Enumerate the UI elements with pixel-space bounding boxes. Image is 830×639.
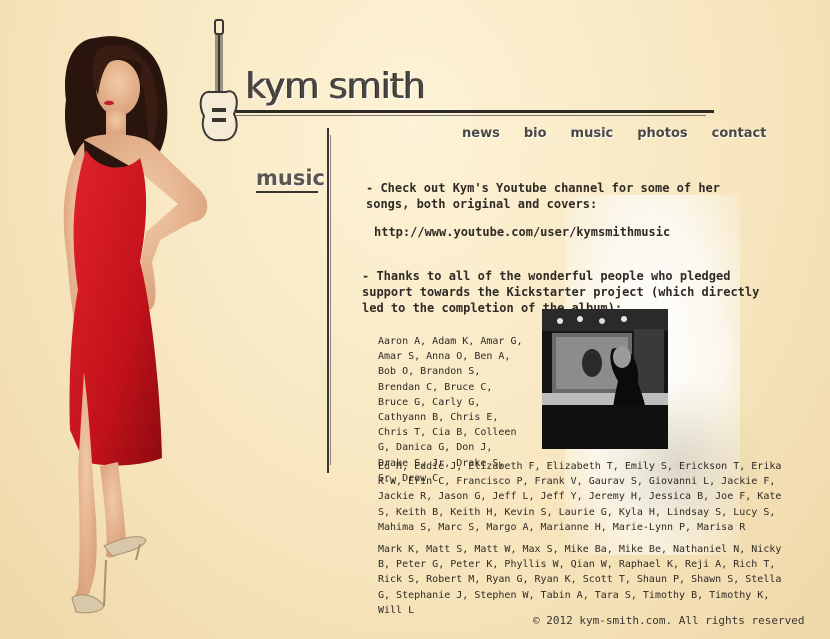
content-divider-thin [330,135,331,465]
content-divider [327,128,329,473]
main-nav: news bio music photos contact [462,126,766,141]
nav-contact[interactable]: contact [712,126,767,141]
page-title-underline [256,191,318,193]
supporters-list-3: Mark K, Matt S, Matt W, Max S, Mike Ba, … [378,544,782,616]
footer-copyright: © 2012 kym-smith.com. All rights reserve… [533,614,805,627]
site-logo[interactable]: kym smith [246,66,426,107]
page-title: music [256,166,325,190]
nav-news[interactable]: news [462,126,500,141]
youtube-intro: - Check out Kym's Youtube channel for so… [366,181,721,211]
nav-photos[interactable]: photos [637,126,687,141]
guitar-icon [199,19,238,142]
logo-underline-thin [236,115,706,116]
supporters-list-2: Ed H, Eddie J, Elizabeth F, Elizabeth T,… [378,461,782,533]
nav-music[interactable]: music [571,126,614,141]
studio-photo [542,309,668,449]
youtube-link[interactable]: http://www.youtube.com/user/kymsmithmusi… [374,224,670,240]
logo-underline [236,110,714,113]
nav-bio[interactable]: bio [524,126,547,141]
